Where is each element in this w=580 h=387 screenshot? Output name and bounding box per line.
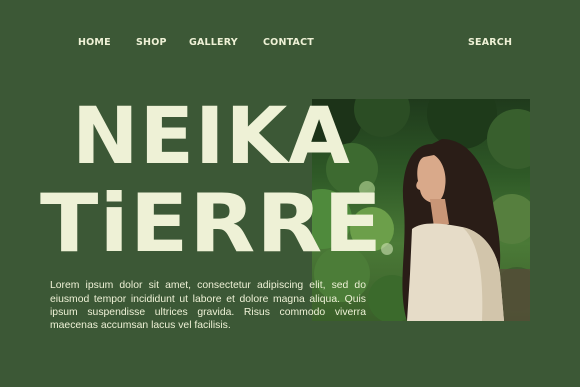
top-navigation: HOME SHOP GALLERY CONTACT SEARCH bbox=[0, 37, 580, 51]
nav-link-search[interactable]: SEARCH bbox=[468, 37, 512, 48]
nav-link-shop[interactable]: SHOP bbox=[136, 37, 167, 48]
landing-page: HOME SHOP GALLERY CONTACT SEARCH NEIKA T… bbox=[0, 0, 580, 387]
hero-title-line-2: TiERRE bbox=[40, 177, 383, 270]
hero-title-line-1: NEIKA bbox=[72, 92, 351, 182]
hero-paragraph: Lorem ipsum dolor sit amet, consectetur … bbox=[50, 280, 366, 331]
nav-link-gallery[interactable]: GALLERY bbox=[189, 37, 238, 48]
nav-link-contact[interactable]: CONTACT bbox=[263, 37, 314, 48]
nav-link-home[interactable]: HOME bbox=[78, 37, 111, 48]
